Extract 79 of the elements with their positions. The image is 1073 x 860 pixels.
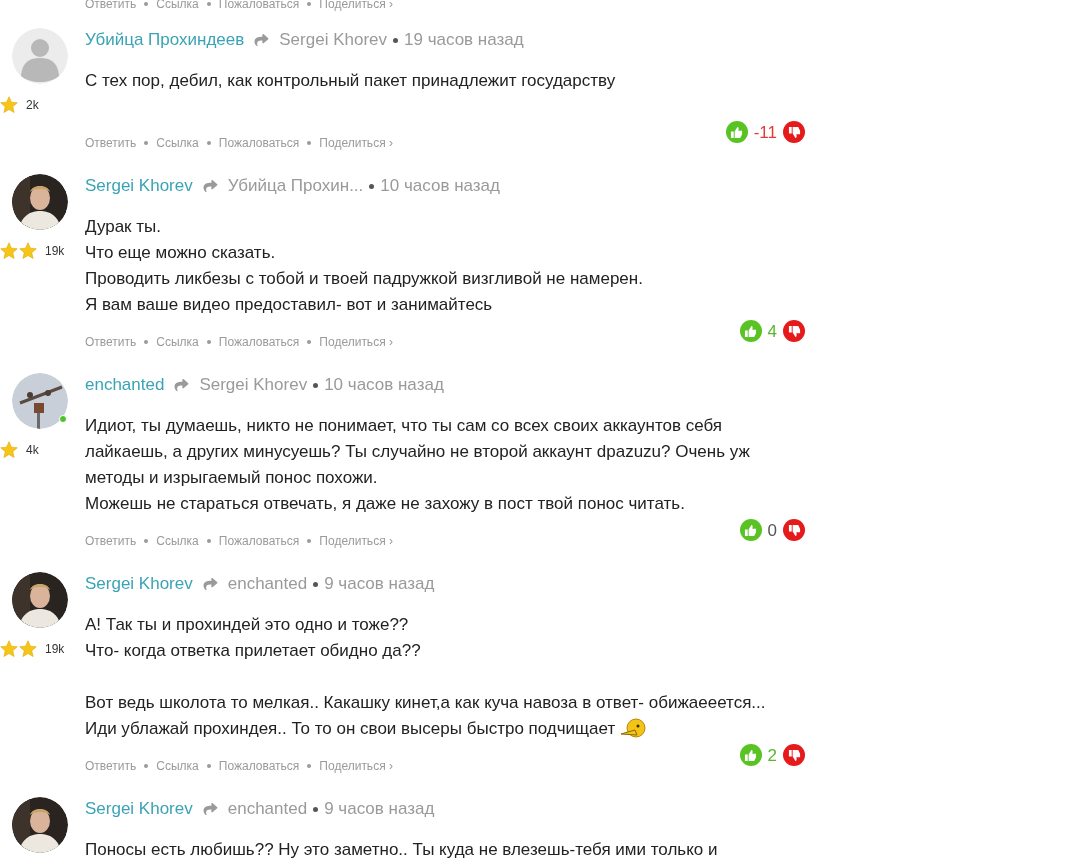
rating-count: 2k bbox=[26, 97, 39, 114]
rating-count: 19k bbox=[45, 641, 65, 658]
thumbs-up-icon bbox=[744, 324, 758, 338]
reply-to-link[interactable]: enchanted bbox=[227, 572, 308, 596]
thumbs-down-icon bbox=[787, 523, 801, 537]
star-icon bbox=[0, 242, 18, 260]
reply-arrow-icon bbox=[201, 179, 219, 193]
comment-action-link[interactable]: Ответить bbox=[85, 134, 137, 152]
comment-action-link[interactable]: Пожаловаться bbox=[218, 757, 300, 775]
star-icon bbox=[19, 640, 37, 658]
star-icon bbox=[19, 242, 37, 260]
comment-action-link[interactable]: Ответить bbox=[85, 757, 137, 775]
vote-score: 2 bbox=[767, 746, 777, 764]
comment-action-link[interactable]: Поделиться › bbox=[319, 532, 393, 550]
author-link[interactable]: Убийца Прохиндеев bbox=[85, 28, 245, 52]
comment-text: Что еще можно сказать. bbox=[85, 242, 276, 264]
rating-count: 19k bbox=[45, 243, 65, 260]
comment-action-link[interactable]: Поделиться › bbox=[319, 333, 393, 351]
comment-text: Иди ублажай прохиндея.. То то он свои высеры быстро подчищает bbox=[85, 718, 616, 740]
comment-text: Можешь не стараться отвечать, я даже не захожу в пост твой понос читать. bbox=[85, 493, 685, 515]
author-link[interactable]: Sergei Khorev bbox=[85, 174, 193, 198]
comment-action-link[interactable]: Ссылка bbox=[156, 532, 199, 550]
comment-text: А! Так ты и прохиндей это одно и тоже?? bbox=[85, 614, 409, 636]
reply-to-link[interactable]: Sergei Khorev bbox=[279, 28, 387, 52]
thumbs-down-icon bbox=[787, 748, 801, 762]
comment-text: Проводить ликбезы с тобой и твоей падружкой визгливой не намерен. bbox=[85, 268, 643, 290]
dislike-button[interactable] bbox=[783, 121, 805, 143]
comment-action-link[interactable]: Поделиться › bbox=[319, 134, 393, 152]
comment-text: Я вам ваше видео предоставил- вот и занимайтесь bbox=[85, 294, 493, 316]
comment-text: Вот ведь школота то мелкая.. Какашку кинет,а как куча навоза в ответ- обижаееется... bbox=[85, 692, 766, 714]
comment-action-link[interactable]: Ссылка bbox=[156, 757, 199, 775]
star-icon bbox=[0, 96, 18, 114]
comment-action-link[interactable]: Ссылка bbox=[156, 134, 199, 152]
reply-arrow-icon bbox=[173, 378, 191, 392]
comment-action-link[interactable]: Ссылка bbox=[156, 333, 199, 351]
thumbs-down-icon bbox=[787, 125, 801, 139]
comment-action-link[interactable]: Поделиться › bbox=[319, 0, 393, 13]
vote-score: 0 bbox=[767, 521, 777, 539]
comment-action-link[interactable]: Ответить bbox=[85, 532, 137, 550]
thumbs-up-icon bbox=[744, 523, 758, 537]
author-link[interactable]: Sergei Khorev bbox=[85, 797, 193, 821]
author-link[interactable]: enchanted bbox=[85, 373, 165, 397]
thumbs-down-icon bbox=[787, 324, 801, 338]
author-link[interactable]: Sergei Khorev bbox=[85, 572, 193, 596]
star-icon bbox=[0, 640, 18, 658]
comment-time: 10 часов назад bbox=[380, 175, 500, 197]
comment-action-link[interactable]: Пожаловаться bbox=[218, 0, 300, 13]
dislike-button[interactable] bbox=[783, 320, 805, 342]
dislike-button[interactable] bbox=[783, 519, 805, 541]
comment-action-link[interactable]: Поделиться › bbox=[319, 757, 393, 775]
comment-time: 9 часов назад bbox=[324, 798, 435, 820]
reply-arrow-icon bbox=[201, 577, 219, 591]
comment-action-link[interactable]: Пожаловаться bbox=[218, 333, 300, 351]
comment-text: С тех пор, дебил, как контрольный пакет принадлежит государству bbox=[85, 70, 616, 92]
thumbs-up-icon bbox=[730, 125, 744, 139]
comment-action-link[interactable]: Ссылка bbox=[156, 0, 199, 13]
thumbs-up-icon bbox=[744, 748, 758, 762]
vote-score: -11 bbox=[753, 123, 777, 141]
comment-action-link[interactable]: Пожаловаться bbox=[218, 532, 300, 550]
comment-text: Дурак ты. bbox=[85, 216, 161, 238]
comment-time: 19 часов назад bbox=[404, 29, 524, 51]
star-icon bbox=[0, 441, 18, 459]
reply-arrow-icon bbox=[253, 33, 271, 47]
vote-score: 4 bbox=[767, 322, 777, 340]
comment-time: 9 часов назад bbox=[324, 573, 435, 595]
reply-to-link[interactable]: Убийца Прохин... bbox=[227, 174, 364, 198]
comment-action-link[interactable]: Пожаловаться bbox=[218, 134, 300, 152]
comment-text: Что- когда ответка прилетает обидно да?? bbox=[85, 640, 421, 662]
comment-action-link[interactable]: Ответить bbox=[85, 0, 137, 13]
avatar-placeholder-icon bbox=[12, 28, 68, 84]
comment-text: Идиот, ты думаешь, никто не понимает, что ты сам со всех своих аккаунтов себя лайкаешь, а других минусуешь? Ты случайно не второй аккаунт dpazuzu? Очень уж методы и изрыгаемый понос похожи. bbox=[85, 415, 751, 489]
comment-time: 10 часов назад bbox=[324, 374, 444, 396]
comment-action-link[interactable]: Ответить bbox=[85, 333, 137, 351]
reply-arrow-icon bbox=[201, 802, 219, 816]
reply-to-link[interactable]: Sergei Khorev bbox=[199, 373, 308, 397]
rating-count: 4k bbox=[26, 442, 39, 459]
comment-text: Поносы есть любишь?? Ну это заметно.. Ты куда не влезешь-тебя ими только и bbox=[85, 839, 718, 860]
reply-to-link[interactable]: enchanted bbox=[227, 797, 308, 821]
dislike-button[interactable] bbox=[783, 744, 805, 766]
